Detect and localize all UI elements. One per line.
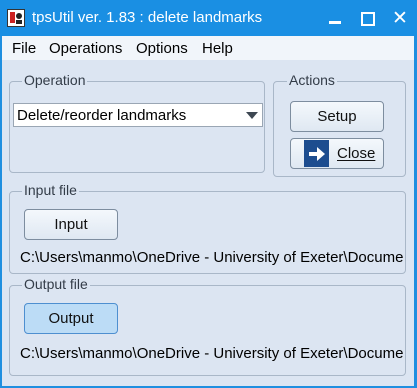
menu-operations[interactable]: Operations <box>49 40 122 57</box>
output-file-legend: Output file <box>22 276 90 292</box>
maximize-button[interactable] <box>354 6 382 30</box>
dropdown-arrow-icon <box>246 112 258 119</box>
client-area: File Operations Options Help Operation D… <box>2 36 414 386</box>
input-file-path: C:\Users\manmo\OneDrive - University of … <box>20 249 404 266</box>
maximize-icon <box>361 12 375 26</box>
title-bar[interactable]: tpsUtil ver. 1.83 : delete landmarks ✕ <box>0 0 417 36</box>
close-icon: ✕ <box>392 7 408 29</box>
window-title: tpsUtil ver. 1.83 : delete landmarks <box>32 9 263 26</box>
operation-select[interactable]: Delete/reorder landmarks <box>13 103 263 127</box>
actions-group: Actions Setup Close <box>273 72 406 177</box>
minimize-icon <box>329 21 341 24</box>
input-button[interactable]: Input <box>24 209 118 240</box>
menu-options[interactable]: Options <box>136 40 188 57</box>
input-file-group: Input file Input C:\Users\manmo\OneDrive… <box>9 182 406 274</box>
input-file-legend: Input file <box>22 182 79 198</box>
close-button-label: Close <box>337 145 376 162</box>
actions-legend: Actions <box>287 72 337 88</box>
output-file-path: C:\Users\manmo\OneDrive - University of … <box>20 345 404 362</box>
app-icon[interactable] <box>7 9 25 27</box>
exit-door-icon <box>304 140 329 167</box>
setup-button[interactable]: Setup <box>290 101 384 132</box>
menu-bar: File Operations Options Help <box>2 36 414 60</box>
operation-selected-value: Delete/reorder landmarks <box>17 107 187 124</box>
close-window-button[interactable]: ✕ <box>386 6 414 30</box>
menu-file[interactable]: File <box>12 40 36 57</box>
output-file-group: Output file Output C:\Users\manmo\OneDri… <box>9 276 406 376</box>
output-button[interactable]: Output <box>24 303 118 334</box>
close-button[interactable]: Close <box>290 138 384 169</box>
app-window: tpsUtil ver. 1.83 : delete landmarks ✕ F… <box>0 0 417 388</box>
operation-group: Operation Delete/reorder landmarks <box>9 72 265 173</box>
operation-legend: Operation <box>22 72 88 88</box>
minimize-button[interactable] <box>321 6 349 30</box>
menu-help[interactable]: Help <box>202 40 233 57</box>
